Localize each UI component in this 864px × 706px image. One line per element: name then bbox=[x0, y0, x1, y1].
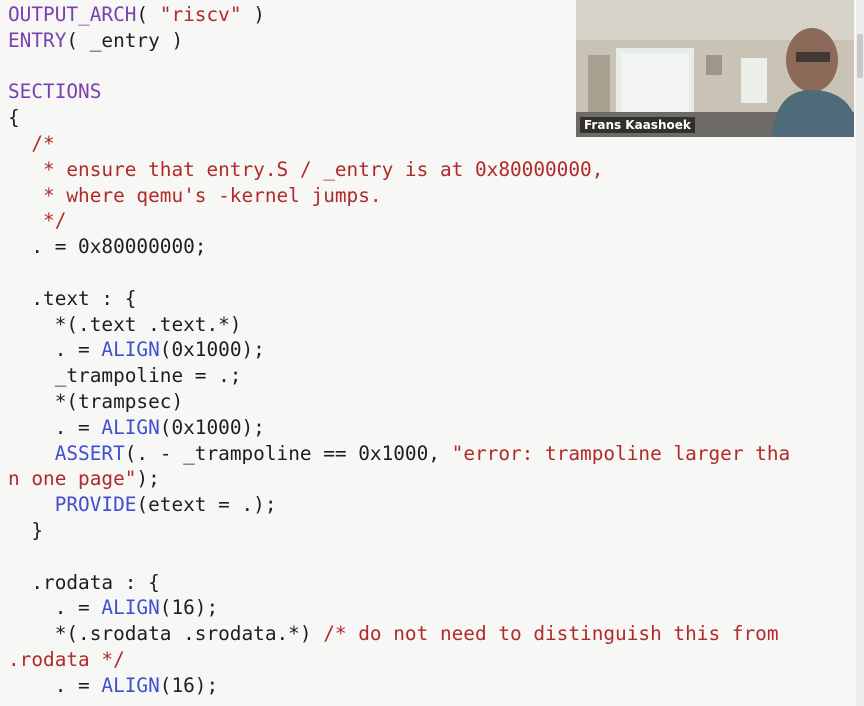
code-line: } bbox=[8, 518, 43, 544]
code-token: ENTRY bbox=[8, 28, 67, 52]
code-line: SECTIONS bbox=[8, 79, 101, 105]
code-token: (. - _trampoline == 0x1000, bbox=[124, 441, 452, 465]
code-token: ALIGN bbox=[101, 415, 160, 439]
code-line: * ensure that entry.S / _entry is at 0x8… bbox=[8, 157, 603, 183]
code-line: . = ALIGN(0x1000); bbox=[8, 415, 265, 441]
code-token: . = bbox=[8, 596, 102, 620]
code-line: _trampoline = .; bbox=[8, 363, 242, 389]
scrollbar-thumb[interactable] bbox=[857, 34, 863, 78]
code-token: (16); bbox=[159, 596, 219, 620]
code-line: . = ALIGN(16); bbox=[8, 595, 218, 621]
code-line: .rodata : { bbox=[8, 570, 160, 596]
code-token: .text : { bbox=[8, 286, 137, 310]
code-token: ) bbox=[241, 3, 265, 26]
code-token: *(.text .text.*) bbox=[8, 312, 242, 336]
code-line: .rodata */ bbox=[8, 647, 125, 673]
code-token: *(trampsec) bbox=[8, 390, 184, 413]
code-token: "error: trampoline larger tha bbox=[451, 441, 791, 465]
code-line: . = 0x80000000; bbox=[8, 234, 206, 260]
participant-name: Frans Kaashoek bbox=[580, 117, 695, 133]
code-token: *(.srodata .srodata.*) bbox=[8, 622, 324, 646]
code-token: (0x1000); bbox=[159, 415, 265, 439]
code-token: PROVIDE bbox=[54, 493, 137, 517]
code-line: * where qemu's -kernel jumps. bbox=[8, 183, 382, 209]
code-token: (16); bbox=[159, 673, 219, 697]
code-line: ENTRY( _entry ) bbox=[8, 28, 183, 54]
code-token: . = 0x80000000; bbox=[8, 235, 207, 259]
code-token: . = bbox=[8, 338, 102, 362]
code-line: n one page"); bbox=[8, 466, 160, 492]
code-token: n one page" bbox=[8, 467, 137, 491]
code-token: /* bbox=[8, 132, 55, 155]
code-token: ( bbox=[136, 3, 160, 26]
code-token: ALIGN bbox=[101, 338, 160, 362]
code-token: OUTPUT_ARCH bbox=[8, 3, 137, 26]
code-token: SECTIONS bbox=[8, 80, 102, 104]
code-token: /* do not need to distinguish this from bbox=[323, 622, 779, 646]
code-line: /* bbox=[8, 131, 55, 157]
code-token: { bbox=[8, 106, 20, 130]
code-line: OUTPUT_ARCH( "riscv" ) bbox=[8, 2, 265, 28]
code-token: ); bbox=[136, 467, 160, 491]
code-token: (0x1000); bbox=[159, 338, 265, 362]
code-token: . = bbox=[8, 673, 102, 697]
code-line: *(trampsec) bbox=[8, 389, 183, 415]
code-token: */ bbox=[8, 209, 67, 233]
code-token: (etext = .); bbox=[136, 493, 277, 517]
code-token: . = bbox=[8, 415, 102, 439]
code-line: */ bbox=[8, 208, 66, 234]
video-thumbnail: Frans Kaashoek bbox=[576, 0, 854, 137]
code-line: . = ALIGN(16); bbox=[8, 673, 218, 699]
code-line: *(.srodata .srodata.*) /* do not need to… bbox=[8, 621, 779, 647]
code-token: .rodata : { bbox=[8, 570, 160, 594]
code-line: ASSERT(. - _trampoline == 0x1000, "error… bbox=[8, 441, 791, 467]
code-token: * where qemu's -kernel jumps. bbox=[8, 183, 382, 207]
code-token: * ensure that entry.S / _entry is at 0x8… bbox=[8, 157, 604, 181]
code-token: ( _entry ) bbox=[66, 28, 184, 52]
code-token: "riscv" bbox=[159, 3, 242, 26]
code-token: _trampoline = .; bbox=[8, 364, 242, 388]
code-token: ALIGN bbox=[101, 673, 160, 697]
scrollbar[interactable] bbox=[856, 0, 864, 706]
code-token: ALIGN bbox=[101, 596, 160, 620]
code-line: .text : { bbox=[8, 286, 136, 312]
code-token: .rodata */ bbox=[8, 648, 125, 671]
code-token: } bbox=[8, 519, 44, 542]
code-line: PROVIDE(etext = .); bbox=[8, 492, 277, 518]
code-line: *(.text .text.*) bbox=[8, 312, 242, 338]
code-line: . = ALIGN(0x1000); bbox=[8, 337, 265, 363]
code-line: { bbox=[8, 105, 20, 131]
code-token: ASSERT bbox=[54, 441, 125, 465]
